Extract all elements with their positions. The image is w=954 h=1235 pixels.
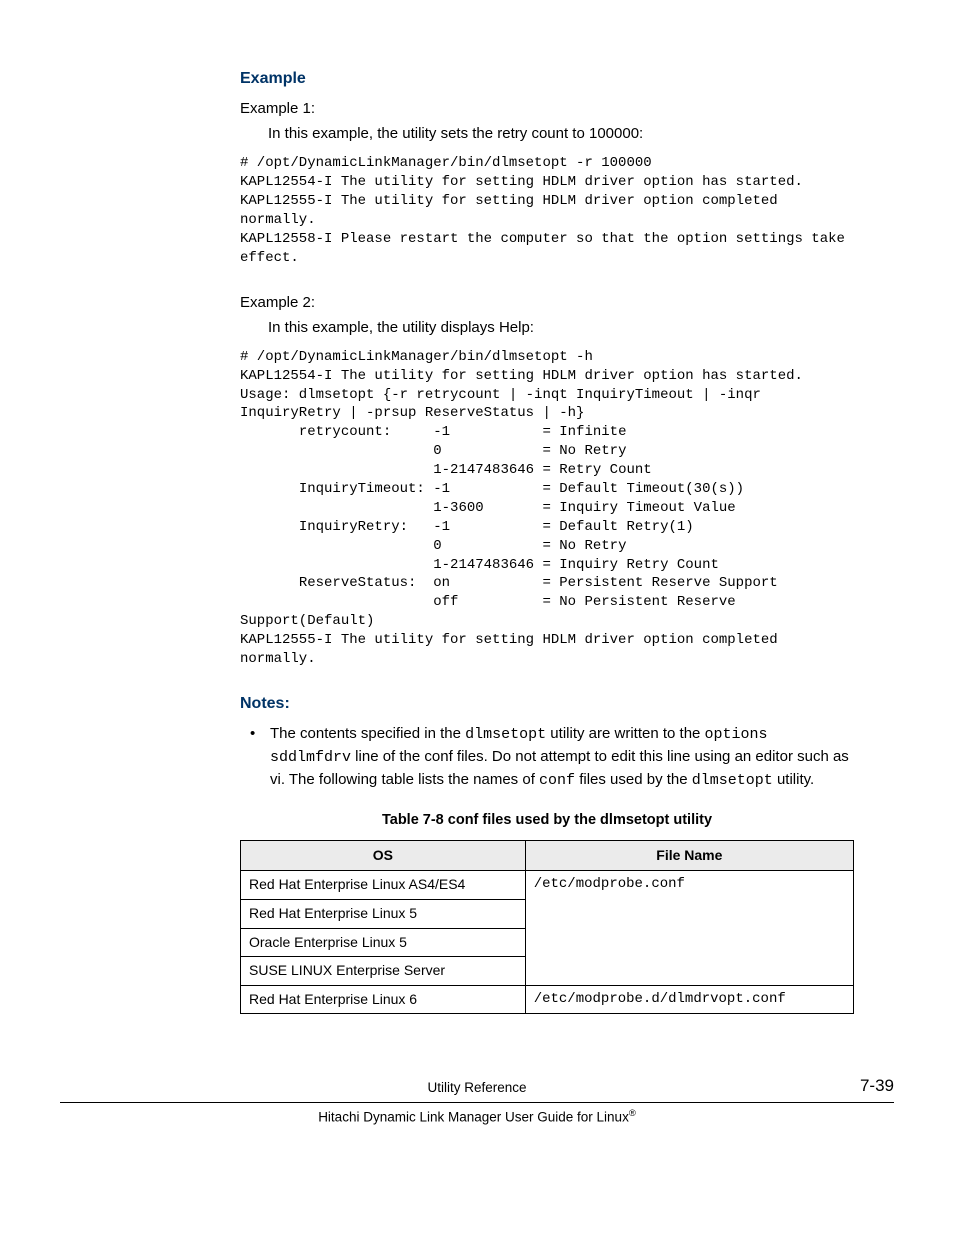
table-row: Red Hat Enterprise Linux AS4/ES4 /etc/mo…: [241, 871, 854, 900]
footer-center: Utility Reference: [140, 1079, 814, 1098]
page-number: 7-39: [814, 1074, 894, 1098]
td-file: /etc/modprobe.d/dlmdrvopt.conf: [525, 985, 853, 1014]
notes-list: The contents specified in the dlmsetopt …: [240, 723, 854, 791]
td-os: Red Hat Enterprise Linux 5: [241, 900, 526, 929]
note-item-1: The contents specified in the dlmsetopt …: [240, 723, 854, 791]
td-os: SUSE LINUX Enterprise Server: [241, 957, 526, 986]
page-footer: Utility Reference 7-39 Hitachi Dynamic L…: [60, 1074, 894, 1127]
th-file: File Name: [525, 840, 853, 871]
table-header-row: OS File Name: [241, 840, 854, 871]
note-code-4: dlmsetopt: [692, 772, 773, 789]
note-text: The contents specified in the: [270, 725, 465, 742]
td-file: /etc/modprobe.conf: [525, 871, 853, 985]
footer-rule: [60, 1102, 894, 1103]
note-code-1: dlmsetopt: [465, 726, 546, 743]
table-row: Red Hat Enterprise Linux 6 /etc/modprobe…: [241, 985, 854, 1014]
footer-bottom: Hitachi Dynamic Link Manager User Guide …: [60, 1107, 894, 1127]
example2-intro: In this example, the utility displays He…: [268, 317, 854, 338]
example2-code: # /opt/DynamicLinkManager/bin/dlmsetopt …: [240, 348, 854, 669]
th-os: OS: [241, 840, 526, 871]
example1-label: Example 1:: [240, 98, 854, 119]
note-code-3: conf: [539, 772, 575, 789]
registered-icon: ®: [629, 1108, 636, 1119]
conf-files-table: OS File Name Red Hat Enterprise Linux AS…: [240, 840, 854, 1015]
td-os: Red Hat Enterprise Linux 6: [241, 985, 526, 1014]
table-caption: Table 7-8 conf files used by the dlmseto…: [240, 810, 854, 830]
example1-code: # /opt/DynamicLinkManager/bin/dlmsetopt …: [240, 154, 854, 267]
note-text: files used by the: [575, 771, 692, 788]
heading-notes: Notes:: [240, 693, 854, 715]
heading-example: Example: [240, 68, 854, 90]
footer-title: Hitachi Dynamic Link Manager User Guide …: [318, 1110, 629, 1125]
example1-intro: In this example, the utility sets the re…: [268, 123, 854, 144]
example2-label: Example 2:: [240, 292, 854, 313]
td-os: Oracle Enterprise Linux 5: [241, 928, 526, 957]
td-os: Red Hat Enterprise Linux AS4/ES4: [241, 871, 526, 900]
note-text: utility are written to the: [546, 725, 704, 742]
note-text: utility.: [773, 771, 814, 788]
